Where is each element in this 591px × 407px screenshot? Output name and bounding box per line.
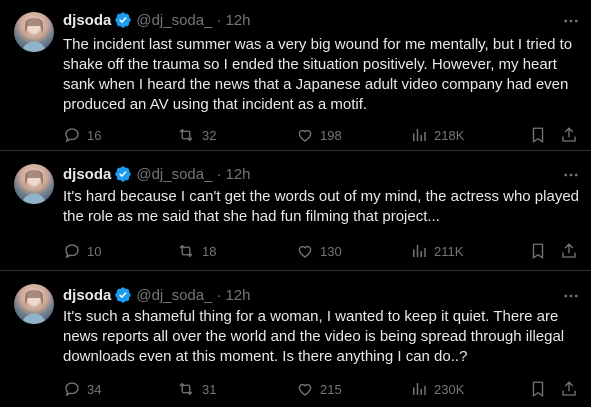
share-icon — [562, 127, 576, 142]
views-button[interactable]: 218K — [410, 125, 464, 145]
views-button[interactable]: 230K — [410, 379, 464, 399]
bookmark-button[interactable] — [529, 241, 553, 261]
avatar[interactable] — [14, 284, 54, 324]
more-icon[interactable] — [562, 287, 580, 305]
bookmark-button[interactable] — [529, 125, 553, 145]
tweet-text: It's hard because I can't get the words … — [63, 188, 579, 225]
reply-count: 34 — [87, 381, 102, 397]
like-icon — [298, 383, 312, 396]
separator: · — [216, 165, 222, 183]
action-bar: 16 32 198 218K — [63, 125, 583, 145]
action-bar: 10 18 130 211K — [63, 241, 583, 261]
handle[interactable]: @dj_soda_ — [136, 287, 212, 304]
views-icon — [413, 245, 426, 257]
handle[interactable]: @dj_soda_ — [136, 166, 212, 183]
action-bar: 34 31 215 230K — [63, 379, 583, 399]
tweet-text: The incident last summer was a very big … — [63, 36, 573, 113]
share-button[interactable] — [560, 125, 584, 145]
like-count: 198 — [320, 127, 342, 143]
tweet[interactable]: djsoda @dj_soda_ · 12h It's such a shame… — [0, 271, 591, 407]
avatar[interactable] — [14, 164, 54, 204]
repost-button[interactable]: 32 — [176, 125, 216, 145]
like-icon — [298, 129, 312, 142]
repost-count: 32 — [202, 127, 217, 143]
like-button[interactable]: 215 — [296, 379, 342, 399]
bookmark-icon — [532, 127, 544, 144]
verified-badge-icon — [114, 286, 132, 304]
views-icon — [413, 383, 426, 395]
repost-icon — [179, 244, 193, 258]
reply-icon — [65, 382, 79, 397]
verified-badge-icon — [114, 165, 132, 183]
share-button[interactable] — [560, 379, 584, 399]
bookmark-icon — [532, 243, 544, 260]
separator: · — [216, 286, 222, 304]
bookmark-icon — [532, 381, 544, 398]
bookmark-button[interactable] — [529, 379, 553, 399]
reply-icon — [65, 128, 79, 143]
timestamp[interactable]: 12h — [225, 287, 250, 304]
repost-count: 18 — [202, 243, 217, 259]
more-icon[interactable] — [562, 12, 580, 30]
handle[interactable]: @dj_soda_ — [136, 12, 212, 29]
repost-count: 31 — [202, 381, 217, 397]
tweet-header: djsoda @dj_soda_ · 12h — [63, 10, 251, 30]
views-count: 218K — [434, 127, 465, 143]
reply-count: 16 — [87, 127, 102, 143]
display-name[interactable]: djsoda — [63, 166, 111, 183]
views-button[interactable]: 211K — [410, 241, 463, 261]
views-count: 211K — [434, 243, 464, 259]
repost-icon — [179, 128, 193, 142]
share-icon — [562, 243, 576, 258]
reply-icon — [65, 244, 79, 259]
reply-button[interactable]: 16 — [63, 125, 101, 145]
like-button[interactable]: 130 — [296, 241, 342, 261]
tweet-header: djsoda @dj_soda_ · 12h — [63, 285, 251, 305]
tweet-text: It's such a shameful thing for a woman, … — [63, 308, 565, 365]
tweet[interactable]: djsoda @dj_soda_ · 12h The incident last… — [0, 0, 591, 151]
like-count: 130 — [320, 243, 342, 259]
separator: · — [216, 11, 222, 29]
repost-icon — [179, 382, 193, 396]
like-count: 215 — [320, 381, 342, 397]
timestamp[interactable]: 12h — [225, 12, 250, 29]
views-icon — [413, 129, 426, 141]
reply-button[interactable]: 34 — [63, 379, 101, 399]
views-count: 230K — [434, 381, 465, 397]
tweet-header: djsoda @dj_soda_ · 12h — [63, 164, 251, 184]
reply-count: 10 — [87, 243, 102, 259]
share-icon — [562, 381, 576, 396]
share-button[interactable] — [560, 241, 584, 261]
more-icon[interactable] — [562, 166, 580, 184]
tweet[interactable]: djsoda @dj_soda_ · 12h It's hard because… — [0, 151, 591, 271]
repost-button[interactable]: 31 — [176, 379, 216, 399]
reply-button[interactable]: 10 — [63, 241, 101, 261]
like-button[interactable]: 198 — [296, 125, 342, 145]
avatar[interactable] — [14, 12, 54, 52]
repost-button[interactable]: 18 — [176, 241, 216, 261]
timestamp[interactable]: 12h — [225, 166, 250, 183]
display-name[interactable]: djsoda — [63, 12, 111, 29]
verified-badge-icon — [114, 11, 132, 29]
display-name[interactable]: djsoda — [63, 287, 111, 304]
like-icon — [298, 245, 312, 258]
